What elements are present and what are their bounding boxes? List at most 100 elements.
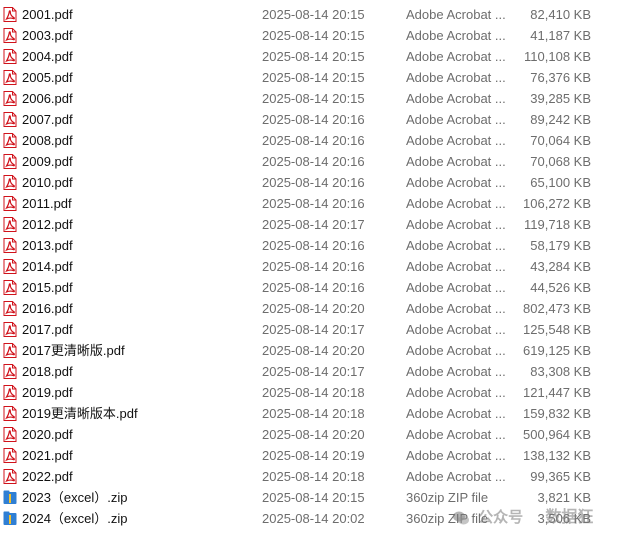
file-size: 70,064 KB [530, 133, 591, 148]
file-size: 39,285 KB [530, 91, 591, 106]
file-row[interactable]: 2001.pdf 2025-08-14 20:15 Adobe Acrobat ..… [0, 4, 624, 25]
file-type: Adobe Acrobat ... [406, 70, 506, 85]
file-size: 43,284 KB [530, 259, 591, 274]
file-modified-date: 2025-08-14 20:16 [262, 154, 365, 169]
zip-archive-icon [3, 490, 17, 504]
file-name: 2010.pdf [22, 175, 73, 190]
file-row[interactable]: 2020.pdf 2025-08-14 20:20 Adobe Acrobat ..… [0, 424, 624, 445]
pdf-file-icon [3, 133, 17, 148]
file-modified-date: 2025-08-14 20:15 [262, 70, 365, 85]
file-row[interactable]: 2014.pdf 2025-08-14 20:16 Adobe Acrobat ..… [0, 256, 624, 277]
wechat-icon [453, 511, 469, 525]
file-name: 2004.pdf [22, 49, 73, 64]
file-size: 58,179 KB [530, 238, 591, 253]
file-name: 2007.pdf [22, 112, 73, 127]
file-row[interactable]: 2019.pdf 2025-08-14 20:18 Adobe Acrobat ..… [0, 382, 624, 403]
file-type: Adobe Acrobat ... [406, 7, 506, 22]
file-type: Adobe Acrobat ... [406, 280, 506, 295]
watermark: 公众号 数据狂 [452, 505, 593, 531]
file-row[interactable]: 2009.pdf 2025-08-14 20:16 Adobe Acrobat ..… [0, 151, 624, 172]
file-name: 2024（excel）.zip [22, 511, 128, 526]
file-row[interactable]: 2006.pdf 2025-08-14 20:15 Adobe Acrobat ..… [0, 88, 624, 109]
zip-archive-icon [3, 511, 17, 525]
file-row[interactable]: 2003.pdf 2025-08-14 20:15 Adobe Acrobat ..… [0, 25, 624, 46]
file-row[interactable]: 2007.pdf 2025-08-14 20:16 Adobe Acrobat ..… [0, 109, 624, 130]
file-name: 2008.pdf [22, 133, 73, 148]
file-type: Adobe Acrobat ... [406, 196, 506, 211]
file-size: 500,964 KB [523, 427, 591, 442]
file-row[interactable]: 2017.pdf 2025-08-14 20:17 Adobe Acrobat ..… [0, 319, 624, 340]
file-name: 2012.pdf [22, 217, 73, 232]
file-modified-date: 2025-08-14 20:15 [262, 49, 365, 64]
file-row[interactable]: 2017更清晰版.pdf 2025-08-14 20:20 Adobe Acroba… [0, 340, 624, 361]
pdf-file-icon [3, 385, 17, 400]
file-row[interactable]: 2022.pdf 2025-08-14 20:18 Adobe Acrobat ..… [0, 466, 624, 487]
file-modified-date: 2025-08-14 20:17 [262, 322, 365, 337]
file-type: Adobe Acrobat ... [406, 238, 506, 253]
file-size: 119,718 KB [524, 217, 591, 232]
pdf-file-icon [3, 301, 17, 316]
file-modified-date: 2025-08-14 20:16 [262, 175, 365, 190]
file-name: 2017.pdf [22, 322, 73, 337]
file-modified-date: 2025-08-14 20:02 [262, 511, 365, 526]
file-modified-date: 2025-08-14 20:20 [262, 427, 365, 442]
file-row[interactable]: 2018.pdf 2025-08-14 20:17 Adobe Acrobat ..… [0, 361, 624, 382]
file-row[interactable]: 2008.pdf 2025-08-14 20:16 Adobe Acrobat ..… [0, 130, 624, 151]
file-modified-date: 2025-08-14 20:17 [262, 364, 365, 379]
file-name: 2011.pdf [22, 196, 72, 211]
file-type: Adobe Acrobat ... [406, 427, 506, 442]
file-row[interactable]: 2019更清晰版本.pdf 2025-08-14 20:18 Adobe Acrob… [0, 403, 624, 424]
file-modified-date: 2025-08-14 20:19 [262, 448, 365, 463]
file-name: 2005.pdf [22, 70, 73, 85]
file-type: Adobe Acrobat ... [406, 217, 506, 232]
file-size: 802,473 KB [523, 301, 591, 316]
file-row[interactable]: 2015.pdf 2025-08-14 20:16 Adobe Acrobat ..… [0, 277, 624, 298]
file-name: 2003.pdf [22, 28, 73, 43]
pdf-file-icon [3, 280, 17, 295]
file-name: 2017更清晰版.pdf [22, 343, 125, 358]
file-row[interactable]: 2021.pdf 2025-08-14 20:19 Adobe Acrobat ..… [0, 445, 624, 466]
file-size: 121,447 KB [523, 385, 591, 400]
watermark-platform: 公众号 [478, 509, 524, 527]
file-name: 2015.pdf [22, 280, 73, 295]
file-modified-date: 2025-08-14 20:18 [262, 406, 365, 421]
file-size: 70,068 KB [530, 154, 591, 169]
file-modified-date: 2025-08-14 20:15 [262, 7, 365, 22]
file-row[interactable]: 2016.pdf 2025-08-14 20:20 Adobe Acrobat ..… [0, 298, 624, 319]
file-row[interactable]: 2011.pdf 2025-08-14 20:16 Adobe Acrobat ..… [0, 193, 624, 214]
file-size: 99,365 KB [530, 469, 591, 484]
file-size: 76,376 KB [530, 70, 591, 85]
file-row[interactable]: 2013.pdf 2025-08-14 20:16 Adobe Acrobat ..… [0, 235, 624, 256]
file-name: 2009.pdf [22, 154, 73, 169]
file-modified-date: 2025-08-14 20:18 [262, 469, 365, 484]
file-size: 82,410 KB [530, 7, 591, 22]
file-row[interactable]: 2004.pdf 2025-08-14 20:15 Adobe Acrobat ..… [0, 46, 624, 67]
pdf-file-icon [3, 7, 17, 22]
file-size: 138,132 KB [523, 448, 591, 463]
file-modified-date: 2025-08-14 20:17 [262, 217, 365, 232]
pdf-file-icon [3, 322, 17, 337]
pdf-file-icon [3, 343, 17, 358]
file-modified-date: 2025-08-14 20:15 [262, 490, 365, 505]
file-modified-date: 2025-08-14 20:20 [262, 343, 365, 358]
pdf-file-icon [3, 91, 17, 106]
file-row[interactable]: 2012.pdf 2025-08-14 20:17 Adobe Acrobat ..… [0, 214, 624, 235]
pdf-file-icon [3, 427, 17, 442]
file-size: 159,832 KB [523, 406, 591, 421]
file-size: 125,548 KB [523, 322, 591, 337]
file-type: Adobe Acrobat ... [406, 301, 506, 316]
file-type: Adobe Acrobat ... [406, 364, 506, 379]
pdf-file-icon [3, 406, 17, 421]
pdf-file-icon [3, 112, 17, 127]
file-modified-date: 2025-08-14 20:15 [262, 28, 365, 43]
file-name: 2001.pdf [22, 7, 73, 22]
file-row[interactable]: 2010.pdf 2025-08-14 20:16 Adobe Acrobat ..… [0, 172, 624, 193]
pdf-file-icon [3, 28, 17, 43]
file-name: 2013.pdf [22, 238, 73, 253]
file-size: 41,187 KB [530, 28, 591, 43]
pdf-file-icon [3, 238, 17, 253]
pdf-file-icon [3, 469, 17, 484]
file-type: Adobe Acrobat ... [406, 322, 506, 337]
file-row[interactable]: 2005.pdf 2025-08-14 20:15 Adobe Acrobat ..… [0, 67, 624, 88]
file-name: 2023（excel）.zip [22, 490, 128, 505]
